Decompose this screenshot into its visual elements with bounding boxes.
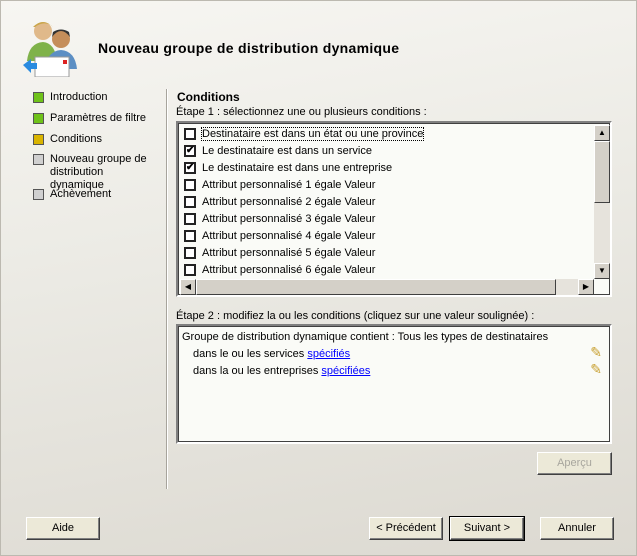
- condition-item[interactable]: Attribut personnalisé 5 égale Valeur: [184, 244, 375, 261]
- nav-item: Conditions: [33, 133, 160, 146]
- checkbox[interactable]: [184, 195, 196, 208]
- nav-item: Nouveau groupe de distribution dynamique: [33, 153, 160, 192]
- condition-label: Attribut personnalisé 6 égale Valeur: [202, 263, 376, 276]
- condition-item[interactable]: Attribut personnalisé 1 égale Valeur: [184, 176, 375, 193]
- checkbox[interactable]: ✔: [184, 161, 196, 174]
- summary-text: dans la ou les entreprises: [193, 365, 322, 377]
- cancel-button[interactable]: Annuler: [540, 517, 614, 540]
- section-heading: Conditions: [177, 90, 240, 104]
- condition-label: Attribut personnalisé 5 égale Valeur: [202, 246, 376, 259]
- condition-label: Le destinataire est dans un service: [202, 144, 372, 157]
- checkbox[interactable]: ✔: [184, 144, 196, 157]
- nav-item-label: Achèvement: [50, 188, 112, 200]
- condition-label: Attribut personnalisé 4 égale Valeur: [202, 229, 376, 242]
- step-status-icon: [33, 154, 44, 165]
- nav-item-label: Introduction: [50, 91, 108, 103]
- condition-label: Attribut personnalisé 3 égale Valeur: [202, 212, 376, 225]
- vertical-scrollbar[interactable]: ▲ ▼: [594, 125, 610, 279]
- summary-line-companies: dans la ou les entreprises spécifiées ✎: [182, 361, 606, 380]
- services-link[interactable]: spécifiés: [307, 348, 350, 360]
- scroll-left-button[interactable]: ◀: [180, 279, 196, 295]
- nav-item-label: Paramètres de filtre: [50, 112, 146, 124]
- help-button[interactable]: Aide: [26, 517, 100, 540]
- condition-label: Attribut personnalisé 1 égale Valeur: [202, 178, 376, 191]
- condition-item[interactable]: ✔ Le destinataire est dans une entreprise: [184, 159, 392, 176]
- nav-item: Paramètres de filtre: [33, 112, 160, 125]
- checkbox[interactable]: [184, 212, 196, 225]
- scroll-down-button[interactable]: ▼: [594, 263, 610, 279]
- checkbox[interactable]: [184, 178, 196, 191]
- condition-item[interactable]: Attribut personnalisé 4 égale Valeur: [184, 227, 375, 244]
- summary-line: Groupe de distribution dynamique contien…: [182, 331, 549, 343]
- wizard-title: Nouveau groupe de distribution dynamique: [98, 40, 400, 56]
- edit-pencil-icon[interactable]: ✎: [590, 361, 602, 378]
- nav-item-label: Nouveau groupe de distribution dynamique: [50, 153, 147, 191]
- step-status-icon: [33, 113, 44, 124]
- step-status-icon: [33, 134, 44, 145]
- step2-label: Étape 2 : modifiez la ou les conditions …: [176, 310, 535, 322]
- nav-item-label: Conditions: [50, 133, 102, 145]
- horizontal-scrollbar[interactable]: ◀ ▶: [180, 279, 594, 295]
- condition-item[interactable]: Attribut personnalisé 6 égale Valeur: [184, 261, 375, 278]
- condition-item[interactable]: Destinataire est dans un état ou une pro…: [184, 125, 425, 142]
- companies-link[interactable]: spécifiées: [321, 365, 370, 377]
- condition-label: Destinataire est dans un état ou une pro…: [200, 126, 425, 141]
- edit-pencil-icon[interactable]: ✎: [590, 344, 602, 361]
- condition-label: Le destinataire est dans une entreprise: [202, 161, 393, 174]
- summary-line-services: dans le ou les services spécifiés ✎: [182, 344, 606, 363]
- scroll-right-button[interactable]: ▶: [578, 279, 594, 295]
- divider: [166, 89, 167, 489]
- scroll-thumb-horizontal[interactable]: [196, 279, 556, 295]
- checkbox[interactable]: [184, 246, 196, 259]
- next-button[interactable]: Suivant >: [449, 516, 525, 541]
- scroll-thumb[interactable]: [594, 141, 610, 203]
- condition-item[interactable]: ✔ Le destinataire est dans un service: [184, 142, 372, 159]
- checkbox[interactable]: [184, 127, 196, 140]
- condition-label: Attribut personnalisé 2 égale Valeur: [202, 195, 376, 208]
- summary-text: dans le ou les services: [193, 348, 308, 360]
- conditions-list[interactable]: Destinataire est dans un état ou une pro…: [176, 121, 612, 297]
- conditions-summary: Groupe de distribution dynamique contien…: [176, 324, 612, 444]
- preview-button[interactable]: Aperçu: [537, 452, 612, 475]
- scroll-up-button[interactable]: ▲: [594, 125, 610, 141]
- back-button[interactable]: < Précédent: [369, 517, 443, 540]
- step1-label: Étape 1 : sélectionnez une ou plusieurs …: [176, 106, 427, 118]
- condition-item[interactable]: Attribut personnalisé 2 égale Valeur: [184, 193, 375, 210]
- nav-item: Achèvement: [33, 188, 160, 201]
- checkbox[interactable]: [184, 229, 196, 242]
- checkbox[interactable]: [184, 263, 196, 276]
- step-status-icon: [33, 189, 44, 200]
- condition-item[interactable]: Attribut personnalisé 3 égale Valeur: [184, 210, 375, 227]
- step-status-icon: [33, 92, 44, 103]
- nav-item: Introduction: [33, 91, 160, 104]
- wizard-icon: [23, 17, 85, 78]
